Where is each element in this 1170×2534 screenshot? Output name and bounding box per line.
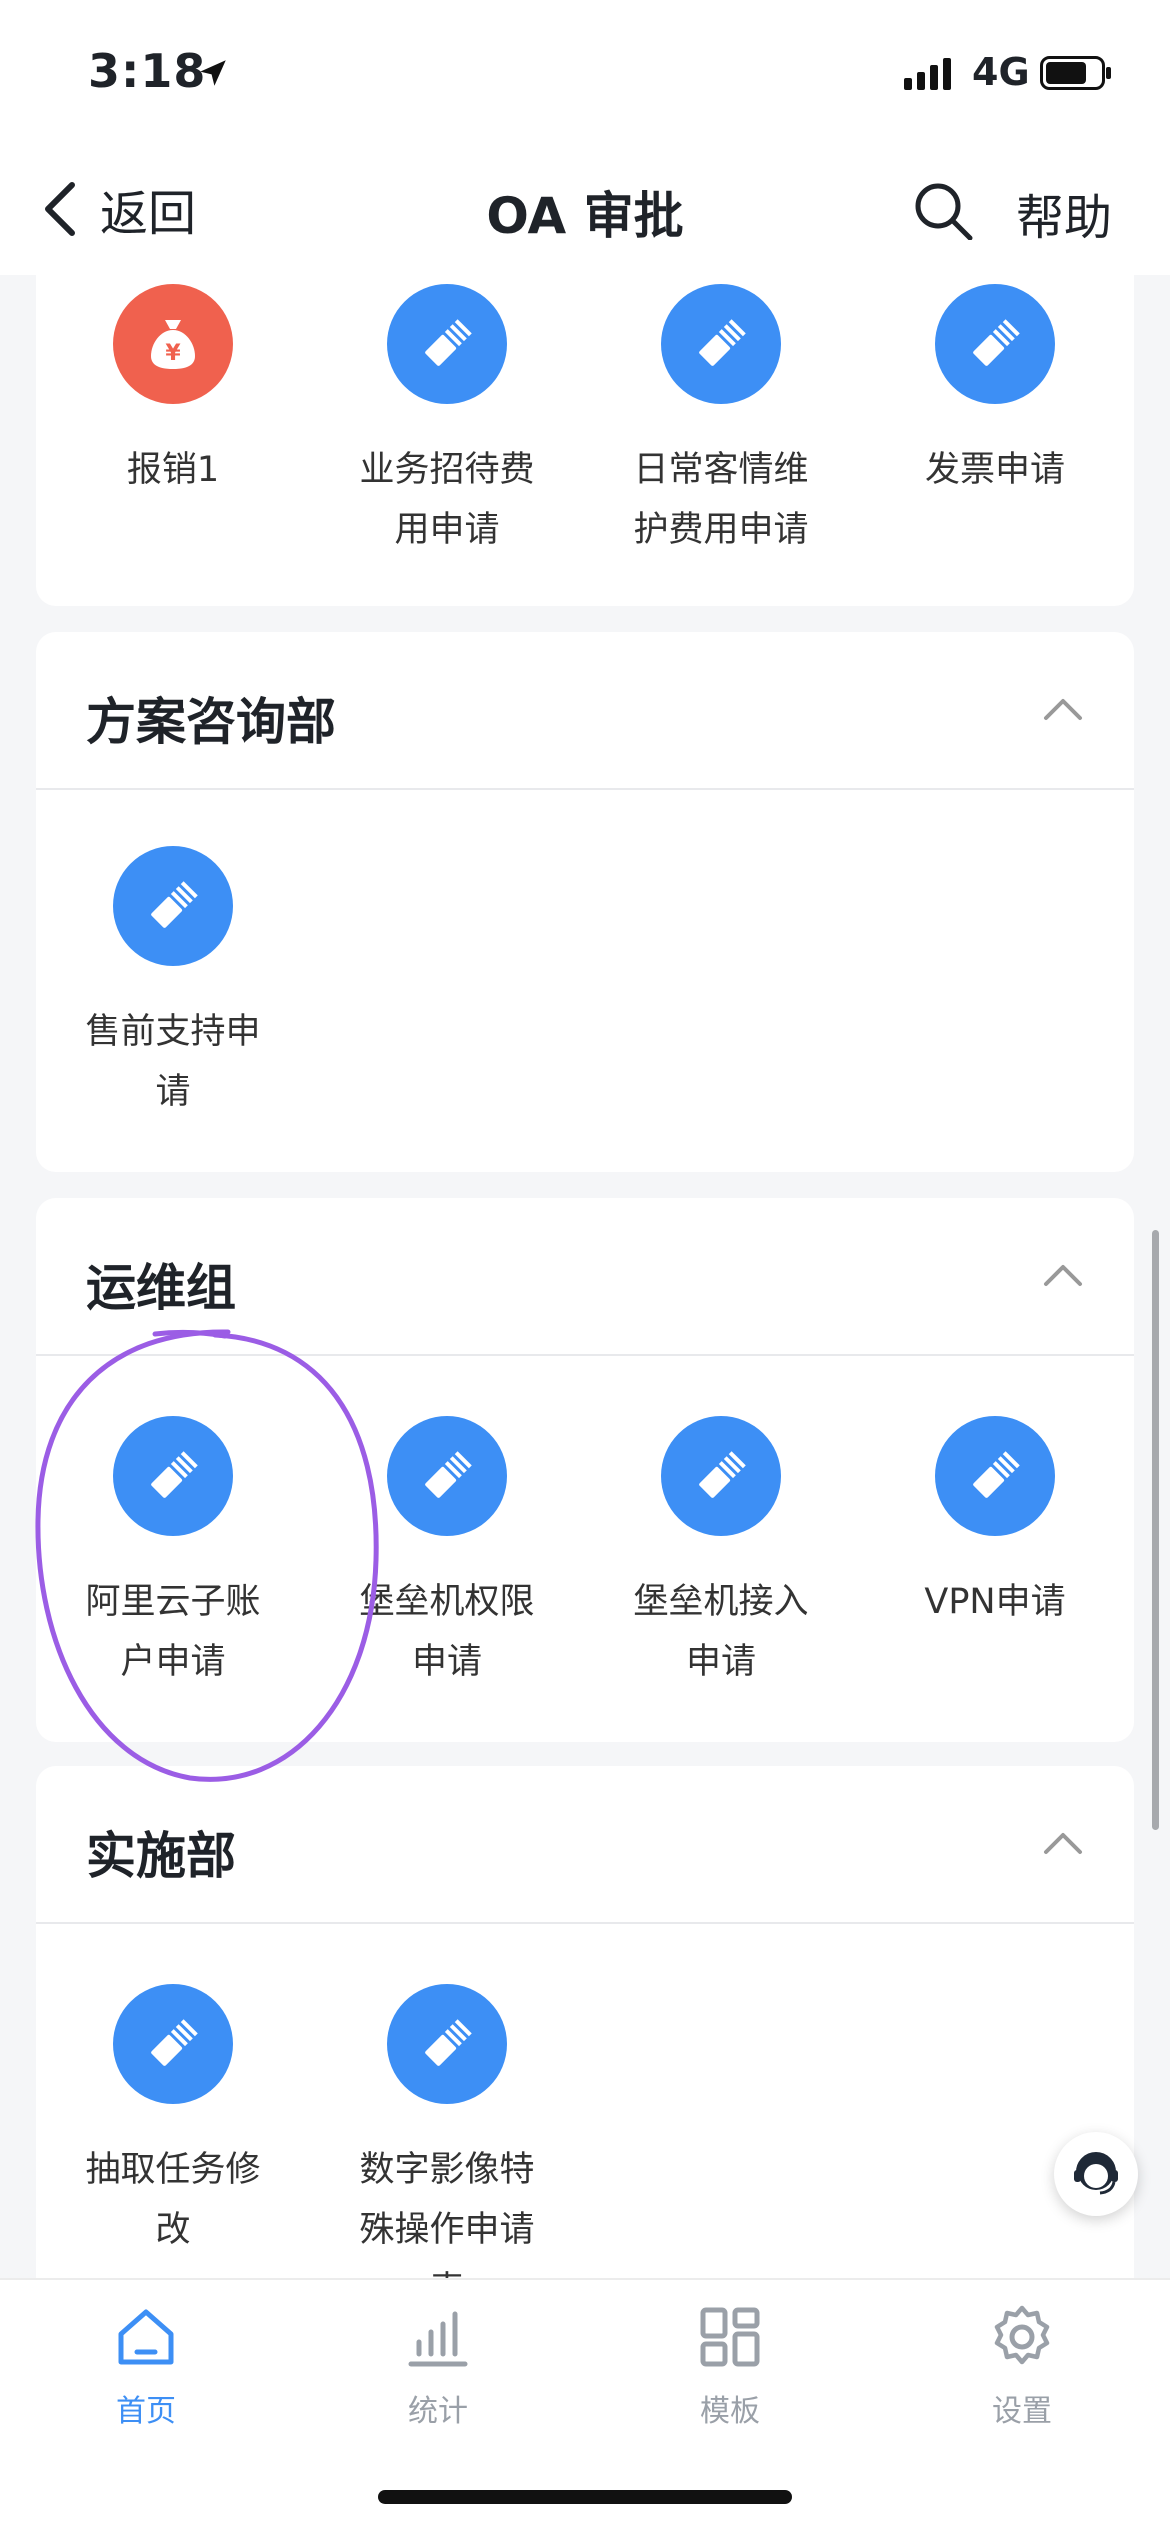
approval-item-label: VPN申请 — [924, 1582, 1066, 1622]
status-bar: 3:18 4G — [0, 0, 1170, 150]
status-time: 3:18 — [88, 44, 207, 98]
gear-icon — [994, 2305, 1050, 2365]
form-icon — [935, 1416, 1055, 1536]
form-icon — [113, 1984, 233, 2104]
tab-label: 模板 — [700, 2394, 760, 2429]
tab-templates[interactable]: 模板 — [630, 2302, 830, 2430]
search-icon[interactable] — [910, 178, 976, 244]
tab-home[interactable]: 首页 — [46, 2302, 246, 2430]
chevron-up-icon[interactable] — [1042, 1254, 1084, 1296]
approval-item[interactable]: ¥ 报销1 — [36, 284, 310, 500]
section-grid: 抽取任务修改 数字影像特殊操作申请表 — [36, 1924, 1134, 2328]
tab-label: 统计 — [408, 2394, 468, 2429]
approval-item[interactable]: 阿里云子账户申请 — [36, 1416, 310, 1692]
form-icon — [935, 284, 1055, 404]
section-card-implementation: 实施部 抽取任务修改 数字影像特殊操作申请表 — [36, 1766, 1134, 2326]
approval-item-label: 抽取任务修改 — [85, 2150, 261, 2250]
form-icon — [661, 1416, 781, 1536]
section-title: 方案咨询部 — [86, 693, 336, 751]
section-card-solution-consulting: 方案咨询部 售前支持申请 — [36, 632, 1134, 1172]
home-indicator — [378, 2490, 792, 2504]
approval-item[interactable]: 抽取任务修改 — [36, 1984, 310, 2260]
approval-item-label: 阿里云子账户申请 — [85, 1582, 261, 1682]
approval-item[interactable]: 发票申请 — [858, 284, 1132, 500]
section-header[interactable]: 方案咨询部 — [36, 632, 1134, 790]
section-card-ops: 运维组 阿里云子账户申请 堡垒机权限申请 堡垒机接入申请 VPN申请 — [36, 1198, 1134, 1742]
grid-icon — [700, 2307, 760, 2367]
approval-item[interactable]: 数字影像特殊操作申请表 — [310, 1984, 584, 2320]
approval-item[interactable]: 业务招待费用申请 — [310, 284, 584, 560]
location-arrow-icon — [200, 60, 226, 86]
approval-item-label: 堡垒机权限申请 — [359, 1582, 535, 1682]
approval-item[interactable]: VPN申请 — [858, 1416, 1132, 1632]
section-grid: ¥ 报销1 业务招待费用申请 日常客情维护费用申请 发票申请 — [36, 240, 1134, 606]
approval-item[interactable]: 堡垒机接入申请 — [584, 1416, 858, 1692]
chart-icon — [408, 2311, 468, 2367]
approval-item[interactable]: 售前支持申请 — [36, 846, 310, 1122]
approval-item-label: 堡垒机接入申请 — [633, 1582, 809, 1682]
form-icon — [113, 846, 233, 966]
form-icon — [387, 284, 507, 404]
form-icon — [387, 1416, 507, 1536]
network-type: 4G — [972, 50, 1030, 94]
section-header[interactable]: 实施部 — [36, 1766, 1134, 1924]
svg-text:¥: ¥ — [165, 341, 181, 366]
section-title: 运维组 — [86, 1259, 236, 1317]
form-icon — [661, 284, 781, 404]
money-bag-icon: ¥ — [113, 284, 233, 404]
section-card-expense: ¥ 报销1 业务招待费用申请 日常客情维护费用申请 发票申请 — [36, 240, 1134, 606]
approval-item-label: 发票申请 — [924, 450, 1065, 490]
tab-settings[interactable]: 设置 — [922, 2302, 1122, 2430]
chevron-up-icon[interactable] — [1042, 688, 1084, 730]
tab-label: 首页 — [116, 2394, 176, 2429]
approval-item-label: 日常客情维护费用申请 — [633, 450, 809, 550]
help-button[interactable]: 帮助 — [1016, 178, 1112, 248]
customer-service-button[interactable] — [1054, 2132, 1138, 2216]
approval-item-label: 业务招待费用申请 — [359, 450, 535, 550]
section-grid: 售前支持申请 — [36, 790, 1134, 1174]
form-icon — [113, 1416, 233, 1536]
section-grid: 阿里云子账户申请 堡垒机权限申请 堡垒机接入申请 VPN申请 — [36, 1356, 1134, 1744]
headset-agent-icon — [1074, 2152, 1118, 2195]
chevron-up-icon[interactable] — [1042, 1822, 1084, 1864]
approval-item[interactable]: 堡垒机权限申请 — [310, 1416, 584, 1692]
approval-item-label: 售前支持申请 — [85, 1012, 261, 1112]
scrollbar[interactable] — [1152, 1230, 1159, 1830]
approval-item-label: 报销1 — [126, 450, 220, 490]
home-icon — [118, 2309, 174, 2365]
tab-label: 设置 — [992, 2394, 1052, 2429]
section-header[interactable]: 运维组 — [36, 1198, 1134, 1356]
tab-stats[interactable]: 统计 — [338, 2302, 538, 2430]
section-title: 实施部 — [86, 1827, 236, 1885]
page-title: OA 审批 — [486, 187, 684, 245]
approval-item[interactable]: 日常客情维护费用申请 — [584, 284, 858, 560]
battery-icon — [1040, 56, 1111, 90]
form-icon — [387, 1984, 507, 2104]
cellular-signal-icon — [904, 56, 951, 90]
